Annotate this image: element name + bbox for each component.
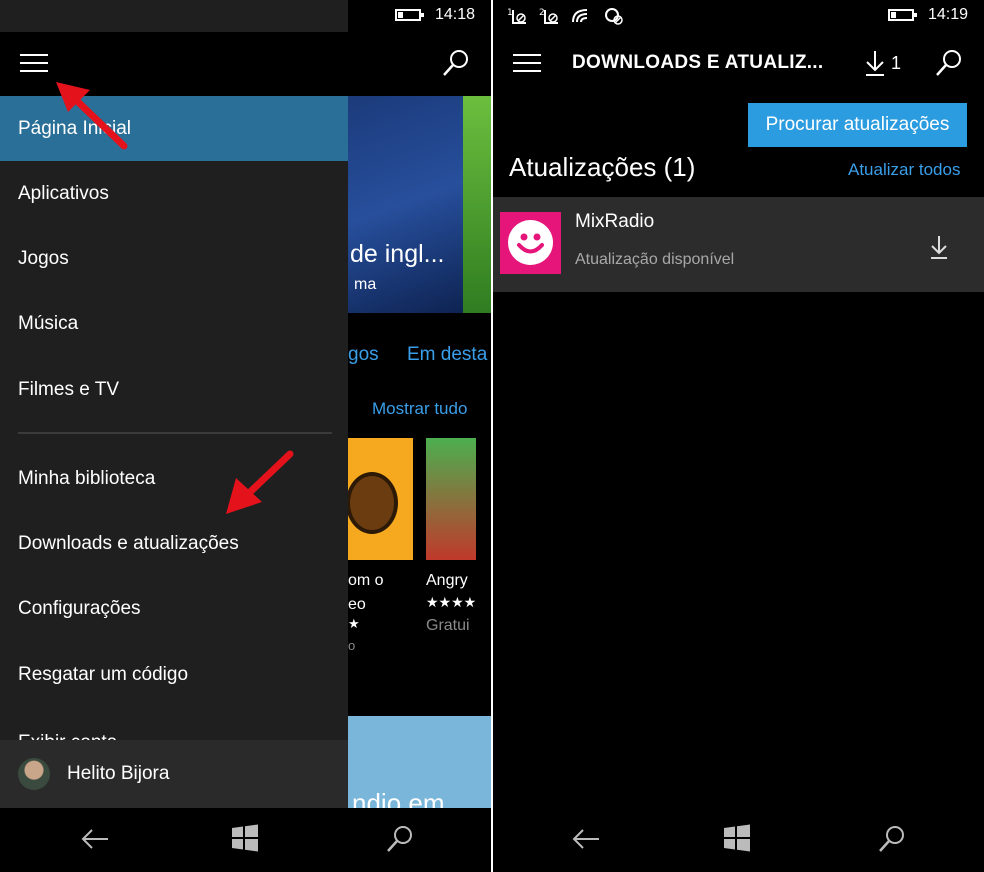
menu-item-music[interactable]: Música — [0, 291, 348, 356]
svg-text:1: 1 — [507, 8, 513, 18]
app-name-1: om o — [348, 572, 384, 589]
tab-featured[interactable]: Em desta — [407, 344, 487, 366]
status-bar: 1 2 14:19 — [493, 0, 984, 32]
menu-item-redeem-code[interactable]: Resgatar um código — [0, 642, 348, 707]
smiley-icon — [508, 220, 553, 265]
mixradio-app-icon — [500, 212, 561, 274]
app-tile-lion[interactable] — [340, 438, 413, 560]
sim2-no-signal-icon: 2 — [539, 8, 558, 24]
list-item[interactable]: MixRadio Atualização disponível — [493, 197, 984, 292]
app-update-status: Atualização disponível — [575, 251, 735, 268]
sim1-no-signal-icon: 1 — [507, 8, 526, 24]
download-icon — [866, 51, 884, 76]
clock: 14:18 — [434, 6, 475, 23]
annotation-arrow-downloads — [226, 450, 294, 514]
find-updates-button[interactable]: Procurar atualizações — [748, 103, 967, 147]
banner-title: de ingl... — [350, 240, 445, 268]
download-count: 1 — [891, 52, 902, 73]
user-account-row[interactable]: Helito Bijora — [0, 740, 348, 808]
update-all-link[interactable]: Atualizar todos — [848, 160, 960, 180]
app-name: MixRadio — [575, 211, 655, 232]
annotation-arrow-menu — [56, 82, 128, 150]
search-icon[interactable] — [441, 48, 471, 78]
app-rating-1: ★ — [348, 616, 360, 631]
search-nav-icon[interactable] — [385, 824, 415, 854]
right-phone-screen: 1 2 14:19 DOWNLOADS E ATUALIZ... 1 Procu… — [493, 0, 984, 872]
back-arrow-icon[interactable] — [80, 824, 110, 854]
app-price-1: o — [348, 638, 356, 653]
windows-start-icon[interactable] — [723, 824, 751, 852]
windows-start-icon[interactable] — [231, 824, 259, 852]
svg-text:2: 2 — [539, 8, 545, 18]
system-nav-bar — [0, 808, 491, 872]
wifi-icon — [572, 9, 588, 23]
battery-icon — [887, 9, 917, 21]
app-name-2: Angry — [426, 572, 468, 589]
featured-banner-game[interactable] — [463, 96, 491, 313]
back-arrow-icon[interactable] — [571, 824, 601, 854]
lion-image — [346, 472, 398, 534]
page-title: DOWNLOADS E ATUALIZ... — [572, 52, 824, 73]
app-rating-2: ★★★★ — [426, 594, 476, 610]
app-price-2: Gratui — [426, 617, 470, 634]
left-phone-screen: de ingl... ma gos Em desta Mostrar tudo … — [0, 0, 491, 872]
menu-item-view-account[interactable]: Exibir conta — [18, 728, 117, 740]
menu-item-movies-tv[interactable]: Filmes e TV — [0, 357, 348, 422]
menu-item-settings[interactable]: Configurações — [0, 576, 348, 641]
system-nav-bar — [493, 808, 984, 872]
downloads-queue-button[interactable]: 1 — [865, 50, 901, 76]
hamburger-menu-icon[interactable] — [513, 54, 541, 78]
search-icon[interactable] — [934, 48, 964, 78]
search-nav-icon[interactable] — [877, 824, 907, 854]
clock: 14:19 — [927, 6, 968, 23]
updates-section-title: Atualizações (1) — [509, 152, 696, 182]
menu-item-downloads-updates[interactable]: Downloads e atualizações — [0, 511, 348, 576]
menu-divider — [18, 432, 332, 434]
battery-icon — [394, 9, 424, 21]
tab-games[interactable]: gos — [348, 344, 379, 366]
hamburger-menu-icon[interactable] — [20, 54, 48, 78]
location-icon — [605, 8, 623, 25]
download-icon[interactable] — [930, 235, 948, 259]
user-name: Helito Bijora — [67, 763, 170, 784]
menu-item-apps[interactable]: Aplicativos — [0, 161, 348, 226]
app-tile-angry-birds[interactable] — [426, 438, 476, 560]
avatar — [18, 758, 50, 790]
app-name-1b: eo — [348, 596, 366, 613]
bottom-promo-tile[interactable]: ndio em — [340, 716, 491, 818]
banner-subtitle: ma — [354, 276, 377, 293]
menu-item-games[interactable]: Jogos — [0, 226, 348, 291]
show-all-link[interactable]: Mostrar tudo — [372, 399, 467, 419]
